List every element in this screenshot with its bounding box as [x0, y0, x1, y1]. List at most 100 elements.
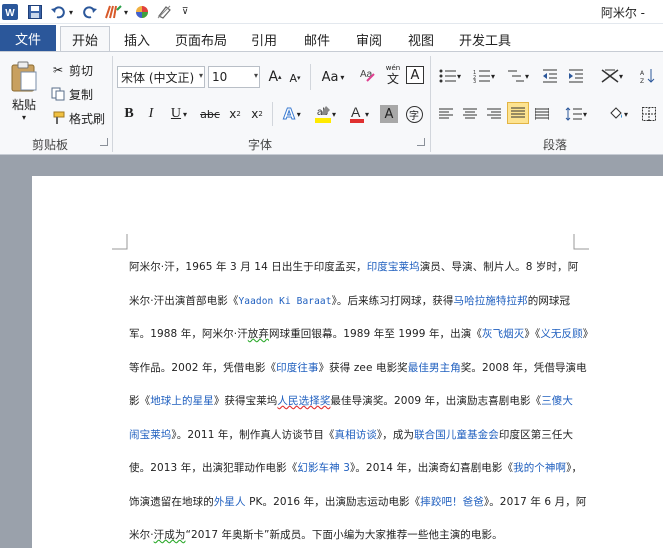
brush-icon[interactable] [104, 3, 122, 21]
document-body[interactable]: 阿米尔·汗，1965 年 3 月 14 日出生于印度孟买，印度宝莱坞演员、导演、… [129, 259, 593, 548]
format-painter-icon [50, 111, 66, 125]
undo-dropdown-icon[interactable]: ▾ [67, 3, 75, 21]
strikethrough-button[interactable]: abc [198, 104, 222, 124]
font-size-combo[interactable]: 10 ▾ [208, 66, 260, 88]
font-color-button[interactable]: A ▾ [344, 102, 374, 126]
line-spacing-icon [565, 107, 583, 121]
paint-bucket-icon [608, 106, 624, 122]
paste-button[interactable]: 粘贴 ▾ [6, 56, 42, 126]
svg-text:A: A [351, 104, 361, 120]
numbering-button[interactable]: 123 ▾ [470, 66, 498, 86]
increase-indent-button[interactable] [566, 66, 586, 86]
link-3-idiots-cont[interactable]: 闹宝莱坞 [129, 429, 171, 441]
bullets-button[interactable]: ▾ [436, 66, 464, 86]
multilevel-list-icon [507, 69, 525, 83]
link-dangal[interactable]: 摔跤吧！爸爸 [420, 496, 484, 508]
link-3-idiots[interactable]: 三傻大 [541, 395, 573, 407]
format-painter-button[interactable]: 格式刷 [50, 108, 106, 128]
brush-dropdown-icon[interactable]: ▾ [122, 3, 130, 21]
link-unicef[interactable]: 联合国儿童基金会 [414, 429, 499, 441]
align-right-button[interactable] [484, 104, 504, 124]
change-case-button[interactable]: Aa ▾ [318, 67, 348, 87]
justify-icon [511, 107, 525, 119]
justify-button[interactable] [507, 102, 529, 124]
link-maharashtra[interactable]: 马哈拉施特拉邦 [454, 295, 528, 307]
underline-button[interactable]: U ▾ [166, 104, 192, 124]
copy-button[interactable]: 复制 [50, 84, 98, 104]
tab-home[interactable]: 开始 [60, 26, 110, 51]
grow-font-button[interactable]: A ▴ [266, 67, 284, 87]
borders-button[interactable] [638, 104, 660, 124]
highlight-color-button[interactable]: ab ▾ [310, 102, 340, 126]
italic-button[interactable]: I [142, 104, 160, 124]
link-film-2[interactable]: 义无反顾 [540, 328, 582, 340]
svg-text:A: A [640, 70, 645, 77]
eraser-icon[interactable] [156, 3, 172, 21]
link-lagaan[interactable]: 印度往事 [276, 362, 318, 374]
shading-dropdown-icon: ▾ [623, 109, 628, 119]
link-satyamev-jayate[interactable]: 真相访谈 [335, 429, 377, 441]
document-page[interactable]: 阿米尔·汗，1965 年 3 月 14 日出生于印度孟买，印度宝莱坞演员、导演、… [32, 176, 663, 548]
save-icon[interactable] [27, 3, 43, 21]
link-peoples-choice[interactable]: 人民选择奖 [277, 395, 330, 407]
distributed-button[interactable] [532, 104, 552, 124]
font-name-dropdown-icon: ▾ [198, 71, 203, 80]
color-wheel-icon[interactable] [134, 3, 150, 21]
sort-icon: AZ [640, 68, 656, 84]
multilevel-list-button[interactable]: ▾ [504, 66, 532, 86]
align-center-button[interactable] [460, 104, 480, 124]
word-app-icon[interactable]: W [2, 3, 18, 21]
font-launcher-icon[interactable] [417, 138, 425, 146]
enclosed-characters-button[interactable]: 字 [404, 104, 424, 124]
character-border-button[interactable]: A [406, 66, 424, 84]
align-right-icon [487, 108, 501, 120]
tab-review[interactable]: 审阅 [348, 27, 390, 51]
link-film-1[interactable]: 灰飞烟灭 [482, 328, 524, 340]
highlight-dropdown-icon: ▾ [331, 109, 336, 119]
text-effects-button[interactable]: A ▾ [278, 104, 306, 124]
tab-view[interactable]: 视图 [400, 27, 442, 51]
link-bollywood[interactable]: 印度宝莱坞 [367, 261, 420, 273]
link-dhoom-3[interactable]: 幻影车神 3 [297, 462, 350, 474]
font-color-icon: A [349, 104, 365, 124]
clipboard-launcher-icon[interactable] [100, 138, 108, 146]
link-pk[interactable]: 我的个神啊 [513, 462, 566, 474]
decrease-indent-button[interactable] [540, 66, 560, 86]
copy-icon [50, 87, 66, 101]
customize-toolbar-icon[interactable]: ⊽ [180, 3, 190, 21]
link-alien[interactable]: 外星人 [214, 496, 246, 508]
paragraph-line: 阿米尔·汗，1965 年 3 月 14 日出生于印度孟买，印度宝莱坞演员、导演、… [129, 261, 579, 273]
shading-button[interactable]: ▾ [604, 104, 632, 124]
font-name-combo[interactable]: 宋体 (中文正) ▾ [117, 66, 205, 88]
clear-formatting-button[interactable]: Aa [358, 64, 378, 86]
font-group-label: 字体 [247, 138, 272, 152]
undo-icon[interactable] [50, 3, 66, 21]
line-spacing-button[interactable]: ▾ [562, 104, 590, 124]
subscript-button[interactable]: x2 [226, 104, 244, 124]
superscript-button[interactable]: x2 [248, 104, 266, 124]
tab-mailings[interactable]: 邮件 [296, 27, 338, 51]
tab-developer[interactable]: 开发工具 [452, 27, 518, 51]
redo-icon[interactable] [82, 3, 98, 21]
shrink-font-button[interactable]: A ▾ [286, 69, 304, 87]
link-yaadon-ki-baraat[interactable]: Yaadon Ki Baraat [238, 296, 331, 307]
link-best-actor[interactable]: 最佳男主角 [408, 362, 461, 374]
tab-insert[interactable]: 插入 [116, 27, 158, 51]
cut-button[interactable]: ✂ 剪切 [50, 60, 98, 80]
tab-references[interactable]: 引用 [244, 27, 284, 51]
ribbon-tabs: 文件 开始 插入 页面布局 引用 邮件 审阅 视图 开发工具 [0, 24, 663, 51]
link-taare-zameen-par[interactable]: 地球上的星星 [150, 395, 214, 407]
tab-file[interactable]: 文件 [0, 25, 56, 51]
sort-button[interactable]: AZ [638, 66, 658, 86]
character-shading-button[interactable]: A [380, 105, 398, 123]
change-case-label: Aa [321, 69, 339, 85]
underline-dropdown-icon: ▾ [183, 109, 188, 119]
asian-layout-button[interactable]: ▾ [598, 66, 626, 86]
bold-button[interactable]: B [120, 104, 138, 124]
bullets-icon [439, 69, 457, 83]
align-left-button[interactable] [436, 104, 456, 124]
clipboard-icon [10, 60, 38, 92]
decrease-indent-icon [542, 69, 558, 83]
tab-page-layout[interactable]: 页面布局 [170, 27, 232, 51]
phonetic-guide-button[interactable]: wén 文 [382, 62, 404, 88]
